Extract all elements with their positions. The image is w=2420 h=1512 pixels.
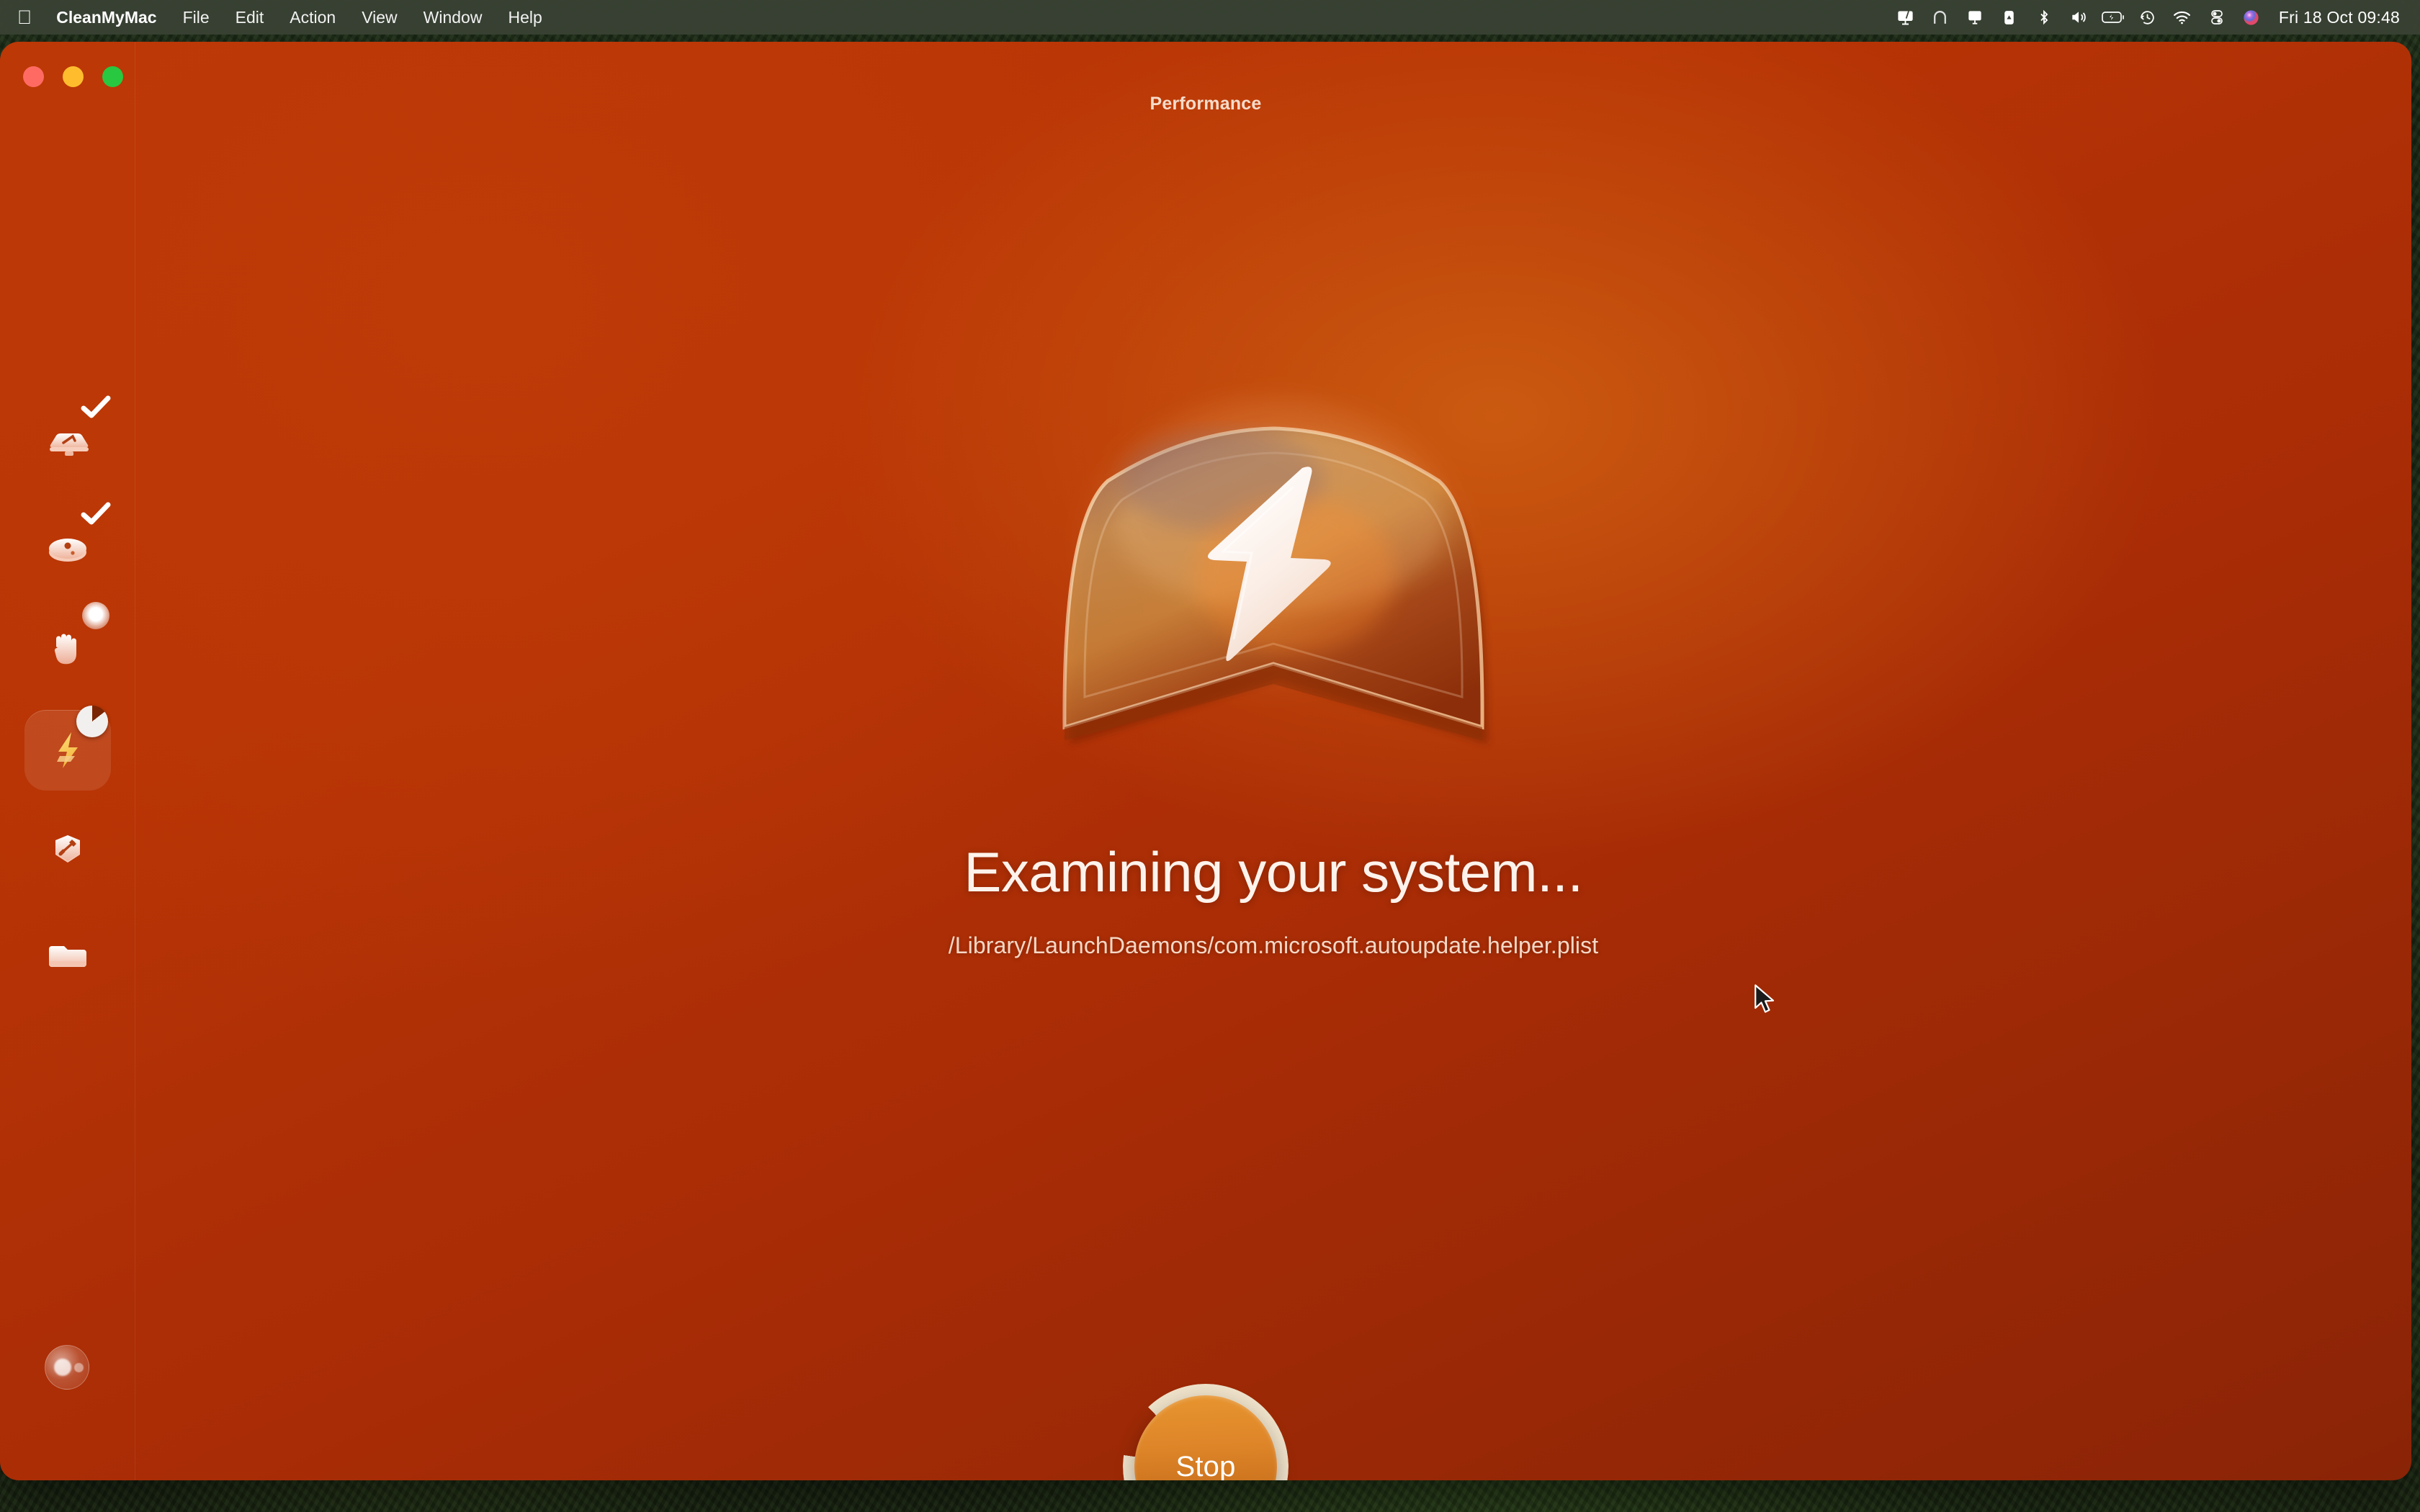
menu-item-window[interactable]: Window (411, 0, 496, 35)
menu-item-cleanmymac[interactable]: CleanMyMac (43, 0, 169, 35)
zoom-button[interactable] (102, 66, 123, 87)
sidebar-item-applications[interactable] (24, 811, 111, 891)
status-check-icon (79, 393, 112, 422)
minimize-button[interactable] (63, 66, 84, 87)
status-check-icon (79, 500, 112, 528)
status-activity-dot-icon (82, 602, 109, 629)
folder-icon (37, 922, 98, 982)
scanner-icon (37, 395, 111, 472)
display-icon[interactable] (1958, 0, 1992, 35)
control-center-icon[interactable] (2200, 0, 2234, 35)
sidebar-item-smart-care[interactable] (24, 395, 111, 482)
account-avatar[interactable] (45, 1345, 89, 1390)
menu-bar-left:  CleanMyMac File Edit Action View Windo… (12, 0, 555, 35)
siri-icon[interactable] (2234, 0, 2269, 35)
window-title: Performance (1150, 94, 1262, 114)
sidebar-item-performance[interactable] (24, 706, 111, 791)
bluetooth-icon[interactable] (2027, 0, 2061, 35)
menu-bar:  CleanMyMac File Edit Action View Windo… (0, 0, 2420, 35)
page-title: Examining your system... (964, 840, 1583, 904)
tools-icon (37, 821, 98, 881)
lightning-bolt-icon (37, 706, 108, 780)
sidebar-item-my-clutter[interactable] (24, 912, 111, 992)
wifi-icon[interactable] (2165, 0, 2200, 35)
main-content: Examining your system... /Library/Launch… (135, 42, 2411, 1480)
sidebar (0, 42, 135, 1480)
app-window: Performance Examining your system... /Li… (0, 42, 2411, 1480)
window-traffic-lights (23, 66, 123, 87)
apple-logo-icon[interactable]:  (12, 0, 43, 35)
menu-bar-status-area: Fri 18 Oct 09:48 (1888, 0, 2404, 35)
battery-icon[interactable] (2096, 0, 2130, 35)
mouse-cursor (1753, 984, 1778, 1020)
stop-button-container: Stop (1123, 1384, 1289, 1480)
menu-item-action[interactable]: Action (277, 0, 349, 35)
menu-item-view[interactable]: View (349, 0, 410, 35)
volume-icon[interactable] (2061, 0, 2096, 35)
sidebar-item-protection[interactable] (24, 602, 111, 690)
scan-progress-indicator (76, 706, 108, 737)
menu-bar-clock[interactable]: Fri 18 Oct 09:48 (2269, 8, 2404, 27)
sidebar-item-cleanup[interactable] (24, 502, 111, 589)
performance-chevron-bolt-icon (1007, 359, 1540, 805)
time-machine-icon[interactable] (2130, 0, 2165, 35)
capsule-icon (37, 502, 111, 579)
close-button[interactable] (23, 66, 44, 87)
menu-item-file[interactable]: File (170, 0, 223, 35)
arc-browser-icon[interactable] (1923, 0, 1958, 35)
menu-item-help[interactable]: Help (495, 0, 555, 35)
screen-mirroring-icon[interactable] (1888, 0, 1923, 35)
scan-path-status: /Library/LaunchDaemons/com.microsoft.aut… (948, 932, 1599, 958)
hand-icon (37, 602, 109, 680)
menu-item-edit[interactable]: Edit (223, 0, 277, 35)
dropbox-icon[interactable] (1992, 0, 2027, 35)
